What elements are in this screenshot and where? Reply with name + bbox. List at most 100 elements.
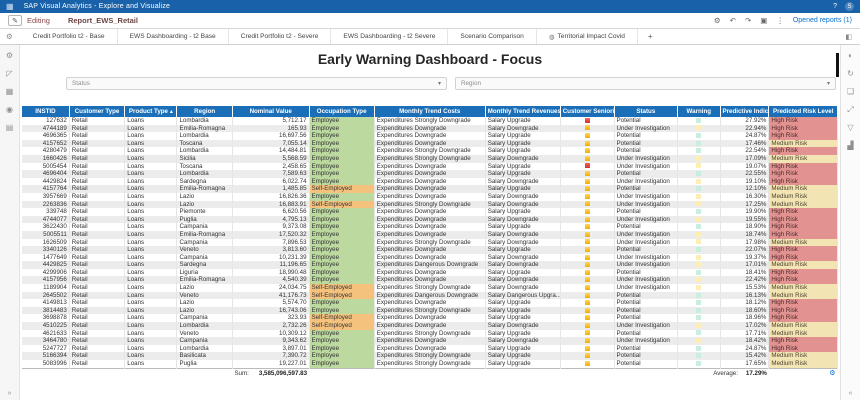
comment-icon[interactable]: ❑ xyxy=(847,87,854,96)
cell-instid: 2645502 xyxy=(22,292,69,300)
cell-indicator: 16.30% xyxy=(720,193,769,201)
gear-icon[interactable]: ⚙ xyxy=(6,51,13,60)
history-icon[interactable]: ↻ xyxy=(847,69,854,78)
table-row[interactable]: 5166394RetailLoansBasilicata7,390.72Empl… xyxy=(22,352,838,360)
cell-trend_costs: Expenditures Downgrade xyxy=(374,337,485,345)
insight-icon[interactable]: ◐ xyxy=(848,51,853,60)
display-mode-icon[interactable]: ▣ xyxy=(760,16,767,26)
table-row[interactable]: 3622430RetailLoansCampania9,373.08Employ… xyxy=(22,223,838,231)
cell-region: Puglia xyxy=(177,360,232,368)
table-row[interactable]: 4621633RetailLoansVeneto10,309.12Employe… xyxy=(22,330,838,338)
table-row[interactable]: 3464780RetailLoansCampania9,343.62Employ… xyxy=(22,337,838,345)
warning-mint-square xyxy=(696,118,701,123)
column-header-region[interactable]: Region xyxy=(177,106,232,117)
add-tab-button[interactable]: + xyxy=(638,32,663,41)
column-header-occupation[interactable]: Occupation Type xyxy=(309,106,374,117)
table-row[interactable]: 339748RetailLoansPiemonte6,620.56Employe… xyxy=(22,208,838,216)
map-pin-icon[interactable]: ◉ xyxy=(6,105,13,114)
table-row[interactable]: 4429824RetailLoansSardegna6,022.74Employ… xyxy=(22,178,838,186)
tab-ews-dashboarding-t2-severe[interactable]: EWS Dashboarding - t2 Severe xyxy=(331,29,448,44)
table-row[interactable]: 3340126RetailLoansVeneto3,813.60Employee… xyxy=(22,246,838,254)
table-row[interactable]: 3957669RetailLoansLazio16,826.36Employee… xyxy=(22,193,838,201)
column-header-risk[interactable]: Predicted Risk Level xyxy=(769,106,838,117)
table-row[interactable]: 5005511RetailLoansEmilia-Romagna17,520.3… xyxy=(22,231,838,239)
table-row[interactable]: 4696404RetailLoansLombardia7,589.63Emplo… xyxy=(22,170,838,178)
cell-indicator: 18.90% xyxy=(720,223,769,231)
composer-icon[interactable]: ▤ xyxy=(6,123,14,132)
table-row[interactable]: 1477649RetailLoansCampania10,231.39Emplo… xyxy=(22,254,838,262)
undo-icon[interactable]: ↶ xyxy=(730,16,736,26)
cell-indicator: 17.02% xyxy=(720,322,769,330)
cell-region: Emilia-Romagna xyxy=(177,125,232,133)
table-row[interactable]: 4696365RetailLoansLombardia16,697.56Empl… xyxy=(22,132,838,140)
column-header-seniority[interactable]: Customer Seniority xyxy=(560,106,614,117)
tab-ews-dashboarding-t2-base[interactable]: EWS Dashboarding - t2 Base xyxy=(118,29,229,44)
table-row[interactable]: 2645502RetailLoansVeneto41,176.73Self-Em… xyxy=(22,292,838,300)
table-row[interactable]: 4157652RetailLoansToscana7,055.14Employe… xyxy=(22,140,838,148)
right-rail-collapse-icon[interactable]: « xyxy=(849,390,853,397)
table-icon[interactable]: ▦ xyxy=(6,87,14,96)
cell-nominal: 5,712.17 xyxy=(232,117,309,125)
column-header-nominal[interactable]: Nominal Value xyxy=(232,106,309,117)
region-filter-dropdown[interactable]: Region▾ xyxy=(455,77,836,90)
cell-customer_type: Retail xyxy=(69,360,124,368)
table-row[interactable]: 2263836RetailLoansLazio16,883.91Self-Emp… xyxy=(22,201,838,209)
column-header-customer_type[interactable]: Customer Type xyxy=(69,106,124,117)
cell-instid: 1189904 xyxy=(22,284,69,292)
table-row[interactable]: 4149813RetailLoansLazio5,574.70EmployeeE… xyxy=(22,299,838,307)
redo-icon[interactable]: ↷ xyxy=(745,16,751,26)
table-settings-icon[interactable]: ⚙ xyxy=(769,368,838,379)
table-row[interactable]: 4157956RetailLoansEmilia-Romagna4,540.39… xyxy=(22,276,838,284)
table-row[interactable]: 4299906RetailLoansLiguria18,990.48Employ… xyxy=(22,269,838,277)
tab-scenario-comparison[interactable]: Scenario Comparison xyxy=(448,29,536,44)
app-launcher-icon[interactable]: ▦ xyxy=(6,3,14,11)
table-row[interactable]: 5005454RetailLoansToscana2,458.65Employe… xyxy=(22,163,838,171)
column-header-instid[interactable]: INSTID xyxy=(22,106,69,117)
tab-overflow-icon[interactable]: ◧ xyxy=(845,33,854,41)
table-row[interactable]: 4429825RetailLoansSardegna11,196.65Emplo… xyxy=(22,261,838,269)
seniority-yellow-square xyxy=(585,141,590,146)
tab-settings-icon[interactable]: ⚙ xyxy=(6,32,13,41)
ranking-icon[interactable]: ▟ xyxy=(847,141,853,150)
column-header-warning[interactable]: Warning xyxy=(678,106,720,117)
column-header-trend_costs[interactable]: Monthly Trend Costs xyxy=(374,106,485,117)
table-row[interactable]: 4744077RetailLoansPuglia4,795.13Employee… xyxy=(22,216,838,224)
table-row[interactable]: 4157764RetailLoansEmilia-Romagna1,485.85… xyxy=(22,185,838,193)
table-row[interactable]: 127632RetailLoansLombardia5,712.17Employ… xyxy=(22,117,838,125)
table-row[interactable]: 5083996RetailLoansPuglia19,227.01Employe… xyxy=(22,360,838,368)
table-row[interactable]: 3698878RetailLoansCampania323.93Self-Emp… xyxy=(22,314,838,322)
column-header-status[interactable]: Status xyxy=(614,106,678,117)
scrollbar-thumb[interactable] xyxy=(836,53,839,77)
cell-risk: Medium Risk xyxy=(769,140,838,148)
cell-product_type: Loans xyxy=(125,125,177,133)
more-options-icon[interactable]: ⋮ xyxy=(776,16,784,26)
cell-risk: High Risk xyxy=(769,223,838,231)
table-row[interactable]: 1626509RetailLoansCampania7,896.53Employ… xyxy=(22,239,838,247)
tab-credit-portfolio-t2-severe[interactable]: Credit Portfolio t2 - Severe xyxy=(229,29,332,44)
chart-icon[interactable]: ◸ xyxy=(6,69,12,78)
tab-credit-portfolio-t2-base[interactable]: Credit Portfolio t2 - Base xyxy=(21,29,118,44)
column-header-trend_rev[interactable]: Monthly Trend Revenues xyxy=(485,106,560,117)
table-row[interactable]: 1660426RetailLoansSicilia5,568.59Employe… xyxy=(22,155,838,163)
filter-icon[interactable]: ▽ xyxy=(847,123,853,132)
left-rail-expand-icon[interactable]: » xyxy=(8,390,12,397)
cell-trend_costs: Expenditures Strongly Downgrade xyxy=(374,330,485,338)
cell-region: Toscana xyxy=(177,140,232,148)
column-header-product_type[interactable]: Product Type▴ xyxy=(125,106,177,117)
status-filter-dropdown[interactable]: Status▾ xyxy=(66,77,447,90)
table-row[interactable]: 1189904RetailLoansLazio24,034.75Self-Emp… xyxy=(22,284,838,292)
cell-indicator: 15.53% xyxy=(720,284,769,292)
table-row[interactable]: 3814483RetailLoansLazio16,743.06Employee… xyxy=(22,307,838,315)
edit-pencil-button[interactable]: ✎ xyxy=(8,15,22,26)
avatar[interactable]: S xyxy=(845,2,854,11)
opened-reports-link[interactable]: Opened reports (1) xyxy=(793,17,852,24)
column-header-indicator[interactable]: Predictive Indicator xyxy=(720,106,769,117)
expand-icon[interactable]: ⤢ xyxy=(847,105,853,114)
settings-icon[interactable]: ⚙ xyxy=(714,16,721,26)
table-row[interactable]: 4744189RetailLoansEmilia-Romagna165.93Em… xyxy=(22,125,838,133)
tab-territorial-impact-covid[interactable]: ◍Territorial Impact Covid xyxy=(537,29,638,44)
help-button[interactable]: ? xyxy=(833,3,837,10)
table-row[interactable]: 4280479RetailLoansLombardia14,484.81Empl… xyxy=(22,147,838,155)
table-row[interactable]: 4510225RetailLoansLombardia2,732.26Self-… xyxy=(22,322,838,330)
table-row[interactable]: 5247727RetailLoansLombardia3,897.01Emplo… xyxy=(22,345,838,353)
